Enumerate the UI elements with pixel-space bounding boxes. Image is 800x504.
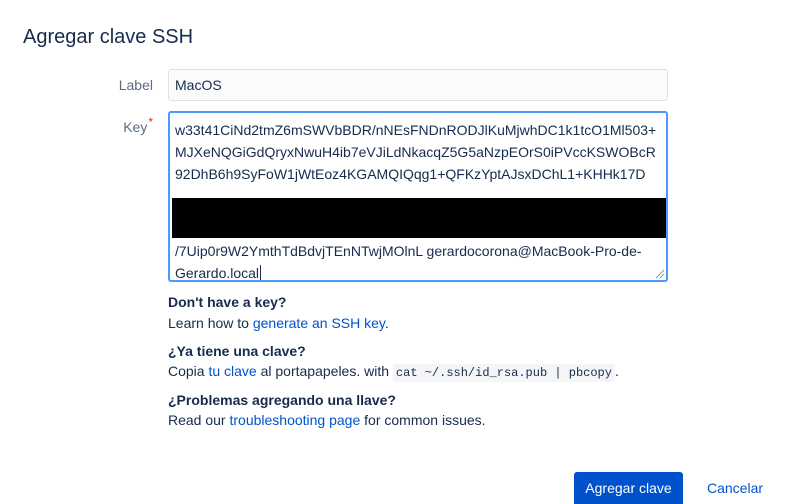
- no-key-text: Learn how to generate an SSH key.: [168, 315, 389, 331]
- key-textarea[interactable]: w33t41CiNd2tmZ6mSWVbBDR/nNEsFNDnRODJlKuM…: [168, 111, 668, 282]
- text-caret: [260, 265, 262, 280]
- label-field-label: Label: [118, 77, 153, 93]
- problems-text-after: for common issues.: [360, 412, 486, 428]
- have-key-heading: ¿Ya tiene una clave?: [168, 343, 306, 359]
- have-key-text-middle: al portapapeles. with: [256, 363, 393, 379]
- key-field-label: Key*: [123, 115, 153, 135]
- have-key-text-before: Copia: [168, 363, 209, 379]
- generate-ssh-key-link[interactable]: generate an SSH key: [253, 315, 385, 331]
- cancel-button[interactable]: Cancelar: [697, 472, 773, 504]
- key-label-text: Key: [123, 119, 148, 135]
- label-input[interactable]: [168, 69, 668, 101]
- troubleshooting-link[interactable]: troubleshooting page: [229, 412, 360, 428]
- dialog-title: Agregar clave SSH: [23, 26, 194, 48]
- tu-clave-link[interactable]: tu clave: [208, 363, 256, 379]
- add-ssh-key-dialog: Agregar clave SSH Label Key* w33t41CiNd2…: [0, 0, 800, 504]
- problems-heading: ¿Problemas agregando una llave?: [168, 392, 396, 408]
- copy-command-code: cat ~/.ssh/id_rsa.pub | pbcopy: [392, 364, 615, 382]
- key-text-bottom: /7Uip0r9W2YmthTdBdvjTEnNTwjMOlnL gerardo…: [175, 243, 642, 281]
- no-key-text-before: Learn how to: [168, 315, 253, 331]
- resize-grip-icon[interactable]: [653, 267, 665, 279]
- have-key-text-after: .: [614, 363, 619, 379]
- required-marker: *: [148, 115, 153, 129]
- key-text-top: w33t41CiNd2tmZ6mSWVbBDR/nNEsFNDnRODJlKuM…: [175, 122, 657, 182]
- redacted-block: [172, 198, 666, 238]
- no-key-text-after: .: [384, 315, 389, 331]
- have-key-text: Copia tu clave al portapapeles. with cat…: [168, 363, 619, 382]
- add-key-button[interactable]: Agregar clave: [574, 472, 683, 504]
- key-text-bottom-wrap: /7Uip0r9W2YmthTdBdvjTEnNTwjMOlnL gerardo…: [175, 240, 661, 281]
- no-key-heading: Don't have a key?: [168, 294, 287, 310]
- problems-text: Read our troubleshooting page for common…: [168, 412, 486, 428]
- problems-text-before: Read our: [168, 412, 230, 428]
